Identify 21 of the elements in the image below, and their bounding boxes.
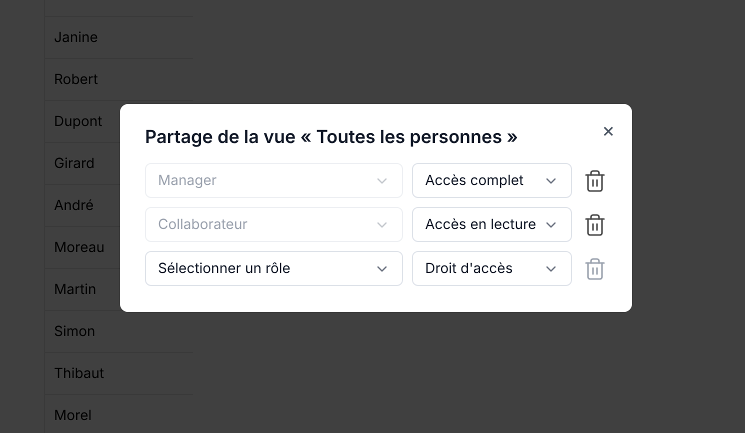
- dialog-title: Partage de la vue « Toutes les personnes »: [145, 126, 518, 150]
- access-select[interactable]: Accès en lecture: [412, 207, 572, 242]
- person-name: André: [54, 196, 94, 216]
- person-name: Simon: [54, 322, 96, 342]
- trash-icon: [583, 212, 607, 236]
- person-name: Girard: [54, 154, 95, 174]
- person-name: Moreau: [54, 238, 105, 258]
- access-select[interactable]: Accès complet: [412, 163, 572, 198]
- trash-icon: [583, 168, 607, 192]
- person-name: Robert: [54, 70, 98, 90]
- delete-button[interactable]: [583, 168, 607, 192]
- person-name: Martin: [54, 280, 96, 300]
- close-button[interactable]: ×: [602, 120, 615, 140]
- person-name: Morel: [54, 406, 92, 426]
- role-select[interactable]: Sélectionner un rôle: [145, 251, 404, 286]
- person-name: Thibaut: [54, 364, 104, 384]
- person-name: Janine: [54, 28, 98, 48]
- person-name: Dupont: [54, 112, 102, 132]
- trash-icon: [583, 256, 607, 280]
- delete-button[interactable]: [583, 212, 607, 236]
- access-select[interactable]: Droit d'accès: [412, 251, 572, 286]
